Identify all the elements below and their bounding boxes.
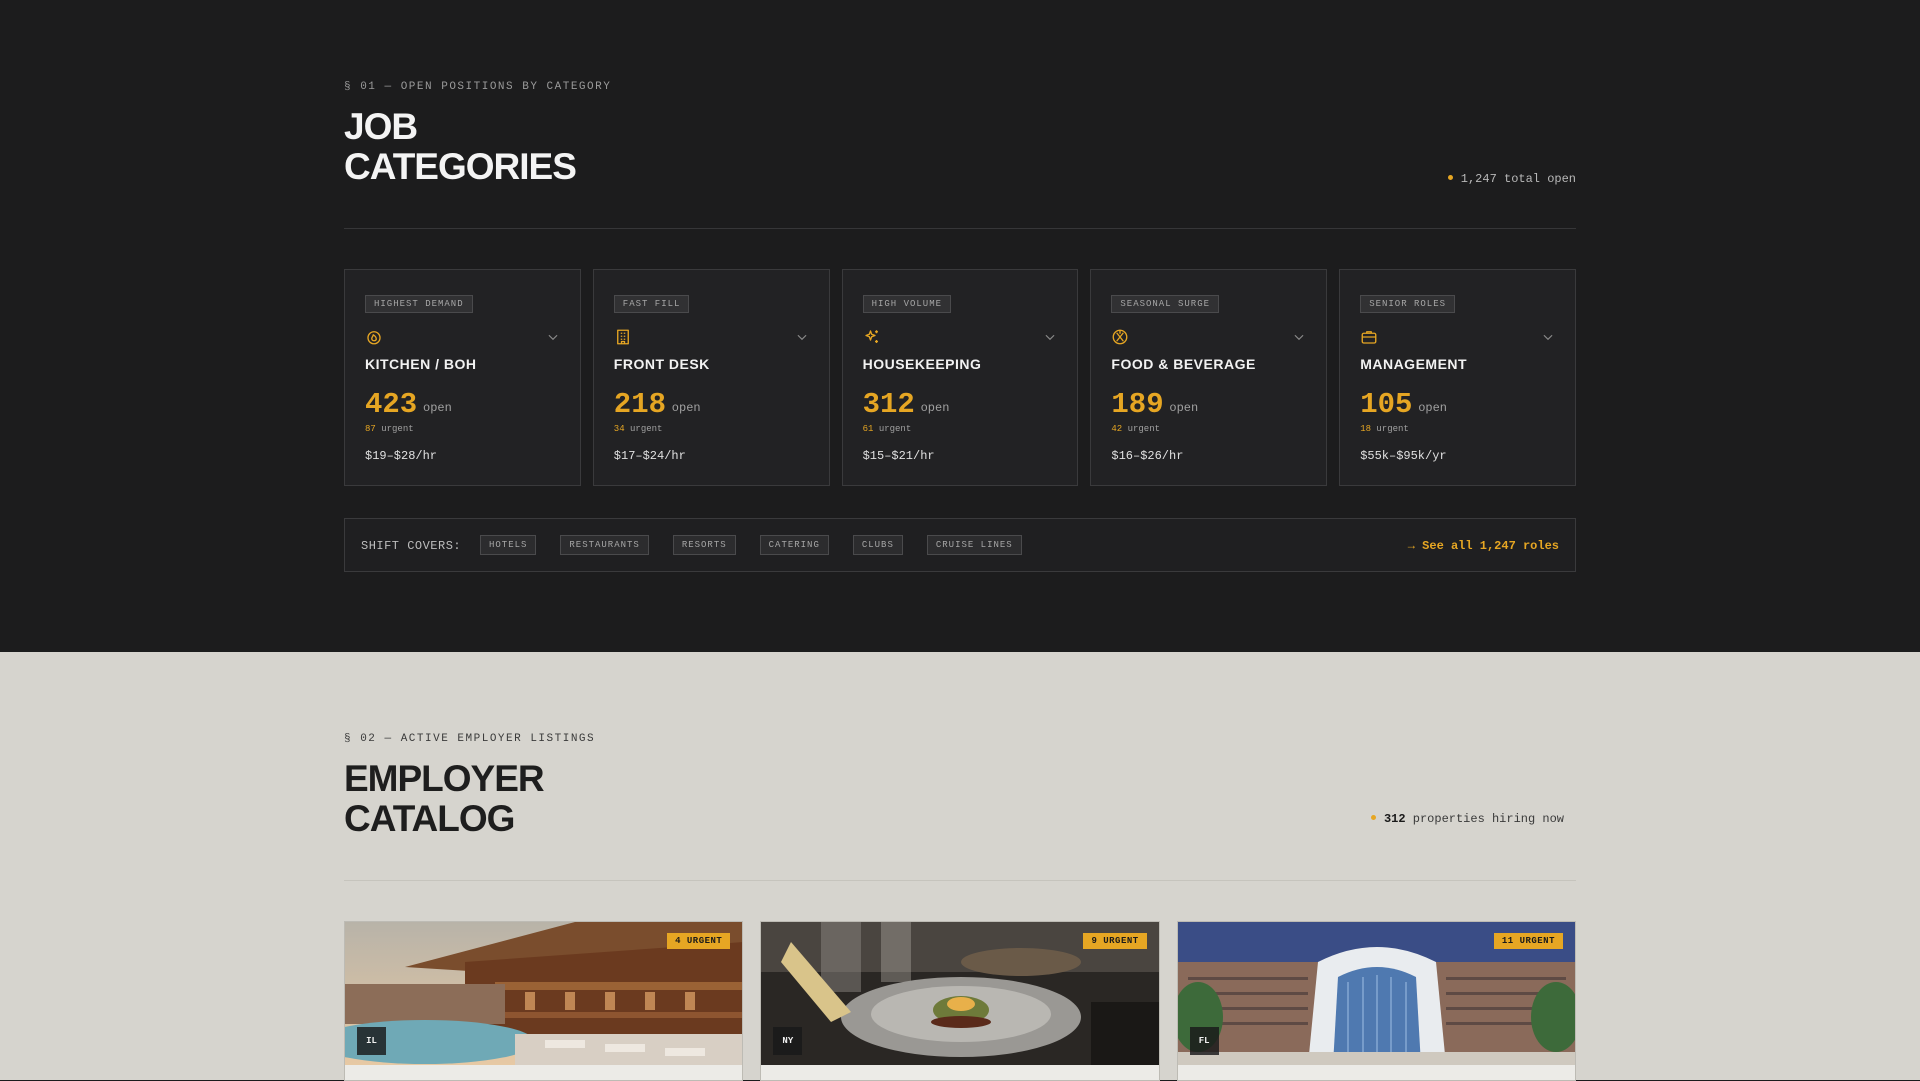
urgent-label: urgent	[1376, 424, 1409, 434]
employer-cards: 4 URGENT IL 9 URGENT NY 11 URGENT FL	[344, 921, 1576, 1081]
sparkles-icon	[864, 330, 878, 343]
urgent-badge: 9 URGENT	[1083, 933, 1147, 949]
divider	[344, 880, 1576, 881]
state-badge: FL	[1189, 1027, 1219, 1055]
category-card-front-desk[interactable]: FAST FILL FRONT DESK 218 open 34 urgent …	[592, 269, 830, 486]
category-name: KITCHEN / BOH	[365, 356, 477, 372]
card-badge: SENIOR ROLES	[1360, 295, 1455, 313]
open-count: 218	[613, 388, 667, 421]
urgent-count: 18 urgent	[1360, 424, 1409, 434]
category-name: FOOD & BEVERAGE	[1111, 356, 1256, 372]
pay-range: $16–$26/hr	[1111, 449, 1184, 463]
category-name: FRONT DESK	[613, 356, 710, 372]
job-categories-section: § 01 — OPEN POSITIONS BY CATEGORY JOB CA…	[0, 0, 1920, 652]
chevron-down-icon[interactable]	[546, 330, 560, 344]
hiring-count: 312	[1383, 812, 1406, 826]
tag-catering[interactable]: CATERING	[759, 535, 829, 555]
see-all-roles-link[interactable]: → See all 1,247 roles	[1408, 539, 1559, 553]
title-line-2: CATEGORIES	[344, 146, 577, 187]
shift-covers-tags: HOTELS RESTAURANTS RESORTS CATERING CLUB…	[480, 535, 1022, 555]
pay-range: $55k–$95k/yr	[1360, 449, 1447, 463]
section-title: EMPLOYER CATALOG	[344, 758, 545, 839]
open-label: open	[1418, 401, 1447, 415]
shift-covers-bar: SHIFT COVERS: HOTELS RESTAURANTS RESORTS…	[344, 518, 1576, 572]
urgent-label: urgent	[1127, 424, 1161, 434]
tag-clubs[interactable]: CLUBS	[852, 535, 903, 555]
building-icon	[616, 329, 629, 345]
employer-card-resort[interactable]: 4 URGENT IL	[344, 921, 744, 1081]
urgent-number: 18	[1360, 424, 1371, 434]
total-open-label: 1,247 total open	[1460, 172, 1576, 186]
urgent-label: urgent	[381, 424, 414, 434]
section-eyebrow: § 01 — OPEN POSITIONS BY CATEGORY	[344, 81, 612, 93]
urgent-label: urgent	[878, 424, 912, 434]
section-title: JOB CATEGORIES	[344, 106, 577, 187]
tag-restaurants[interactable]: RESTAURANTS	[560, 535, 649, 555]
urgent-label: urgent	[630, 424, 663, 434]
card-badge: FAST FILL	[613, 295, 690, 313]
pay-range: $19–$28/hr	[365, 449, 438, 463]
card-badge: SEASONAL SURGE	[1111, 295, 1220, 313]
title-line-1: JOB	[344, 106, 418, 147]
urgent-count: 87 urgent	[365, 424, 414, 434]
urgent-number: 61	[862, 424, 874, 434]
urgent-number: 34	[613, 424, 625, 434]
category-cards: HIGHEST DEMAND KITCHEN / BOH 423 open 87…	[344, 269, 1576, 486]
category-card-management[interactable]: SENIOR ROLES MANAGEMENT 105 open 18 urge…	[1339, 269, 1576, 486]
category-card-housekeeping[interactable]: HIGH VOLUME HOUSEKEEPING 312 open 61 urg…	[841, 269, 1079, 486]
flame-icon	[367, 331, 381, 345]
urgent-count: 61 urgent	[863, 424, 912, 434]
chevron-down-icon[interactable]	[795, 330, 809, 344]
chevron-down-icon[interactable]	[1292, 330, 1306, 344]
urgent-count: 42 urgent	[1111, 424, 1160, 434]
open-label: open	[1169, 401, 1199, 415]
open-count: 312	[862, 388, 915, 421]
open-count: 105	[1360, 388, 1413, 421]
utensils-circle-icon	[1112, 329, 1128, 345]
card-badge: HIGH VOLUME	[862, 295, 952, 313]
hiring-indicator: 312 properties hiring now	[1370, 812, 1564, 826]
section-eyebrow: § 02 — ACTIVE EMPLOYER LISTINGS	[344, 733, 596, 745]
open-count: 189	[1111, 388, 1164, 421]
divider	[344, 228, 1576, 229]
pay-range: $15–$21/hr	[862, 449, 935, 463]
hiring-label: properties hiring now	[1412, 812, 1564, 826]
status-dot-icon	[1447, 175, 1453, 181]
urgent-badge: 11 URGENT	[1493, 933, 1563, 949]
total-open-indicator: 1,247 total open	[1447, 172, 1576, 186]
open-label: open	[423, 401, 452, 415]
category-name: MANAGEMENT	[1360, 356, 1468, 372]
category-card-kitchen[interactable]: HIGHEST DEMAND KITCHEN / BOH 423 open 87…	[344, 269, 581, 486]
tag-cruise-lines[interactable]: CRUISE LINES	[926, 535, 1022, 555]
pay-range: $17–$24/hr	[613, 449, 686, 463]
employer-card-restaurant[interactable]: 9 URGENT NY	[760, 921, 1160, 1081]
urgent-badge: 4 URGENT	[667, 933, 731, 949]
state-badge: NY	[773, 1027, 803, 1055]
urgent-number: 87	[365, 424, 376, 434]
shift-covers-label: SHIFT COVERS:	[361, 539, 462, 553]
category-card-food-beverage[interactable]: SEASONAL SURGE FOOD & BEVERAGE 189 open …	[1090, 269, 1328, 486]
open-count: 423	[365, 388, 418, 421]
state-badge: IL	[357, 1027, 386, 1055]
title-line-1: EMPLOYER	[344, 758, 545, 799]
tag-hotels[interactable]: HOTELS	[480, 535, 537, 555]
open-label: open	[671, 401, 701, 415]
employer-card-hotel[interactable]: 11 URGENT FL	[1176, 921, 1576, 1081]
urgent-count: 34 urgent	[614, 424, 663, 434]
status-dot-icon	[1370, 815, 1376, 821]
urgent-number: 42	[1111, 424, 1123, 434]
employer-catalog-section: § 02 — ACTIVE EMPLOYER LISTINGS EMPLOYER…	[0, 652, 1920, 1081]
title-line-2: CATALOG	[344, 798, 515, 839]
category-name: HOUSEKEEPING	[862, 356, 982, 372]
card-badge: HIGHEST DEMAND	[365, 295, 473, 313]
open-label: open	[920, 401, 950, 415]
chevron-down-icon[interactable]	[1043, 330, 1057, 344]
chevron-down-icon[interactable]	[1541, 330, 1555, 344]
tag-resorts[interactable]: RESORTS	[672, 535, 736, 555]
briefcase-icon	[1361, 331, 1377, 344]
